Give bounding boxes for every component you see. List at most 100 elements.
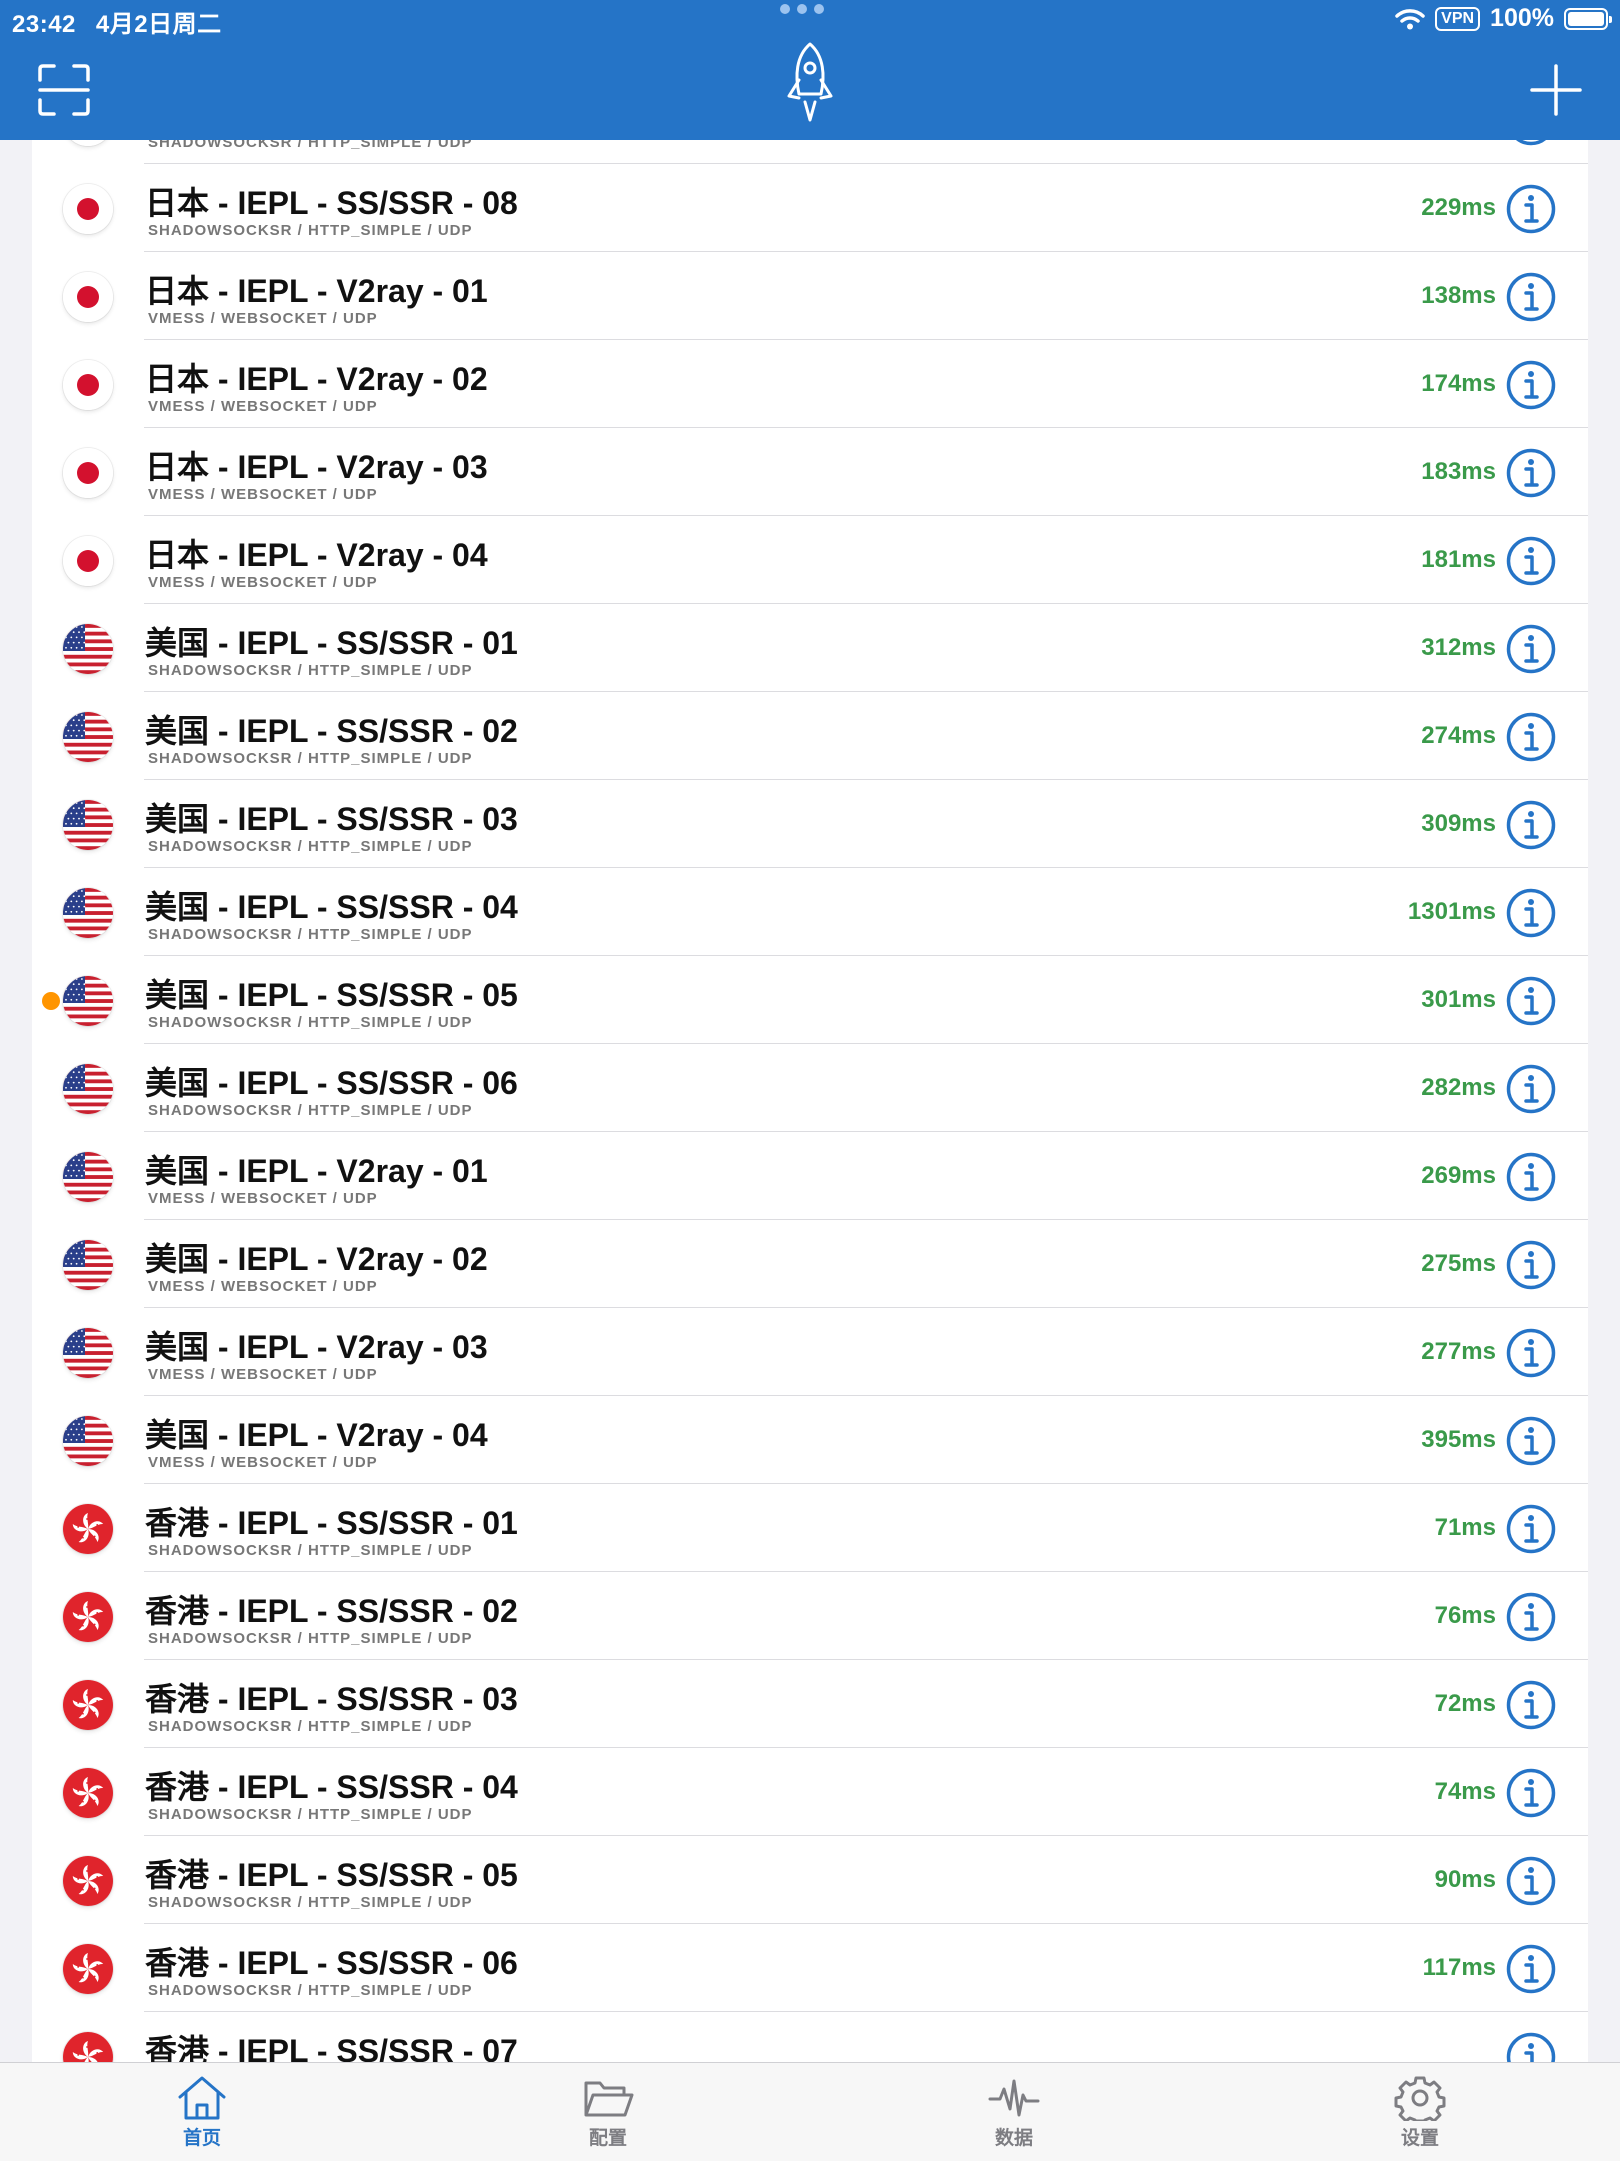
tab-home-label: 首页	[182, 2128, 221, 2149]
server-row[interactable]: 美国 - IEPL - SS/SSR - 01 SHADOWSOCKSR / HT…	[32, 604, 1588, 692]
server-row[interactable]: 美国 - IEPL - SS/SSR - 06 SHADOWSOCKSR / HT…	[32, 1044, 1588, 1132]
info-icon	[1506, 448, 1556, 503]
info-icon	[1506, 140, 1556, 151]
info-button[interactable]	[1506, 1944, 1556, 1994]
server-row[interactable]: 美国 - IEPL - V2ray - 01 VMESS / WEBSOCKET …	[32, 1132, 1588, 1220]
server-protocol: VMESS / WEBSOCKET / UDP	[148, 1454, 378, 1471]
tab-settings[interactable]: 设置	[1360, 2075, 1480, 2150]
info-icon	[1506, 1416, 1556, 1471]
server-latency: 275ms	[1421, 1250, 1496, 1277]
add-button[interactable]	[1530, 64, 1582, 116]
server-row[interactable]: 香港 - IEPL - SS/SSR - 03 SHADOWSOCKSR / HT…	[32, 1660, 1588, 1748]
tab-config[interactable]: 配置	[548, 2075, 668, 2150]
info-button[interactable]	[1506, 1504, 1556, 1554]
multitasking-dots-icon[interactable]	[780, 4, 824, 14]
info-button[interactable]	[1506, 1680, 1556, 1730]
server-protocol: SHADOWSOCKSR / HTTP_SIMPLE / UDP	[148, 926, 473, 943]
server-row[interactable]: 日本 - IEPL - V2ray - 04 VMESS / WEBSOCKET …	[32, 516, 1588, 604]
server-protocol: SHADOWSOCKSR / HTTP_SIMPLE / UDP	[148, 838, 473, 855]
server-latency: 71ms	[1434, 1514, 1496, 1541]
rocket-icon	[787, 42, 833, 122]
info-button[interactable]	[1506, 888, 1556, 938]
server-row[interactable]: 香港 - IEPL - SS/SSR - 02 SHADOWSOCKSR / HT…	[32, 1572, 1588, 1660]
server-name: 香港 - IEPL - SS/SSR - 03	[145, 1681, 518, 1717]
server-row[interactable]: 香港 - IEPL - SS/SSR - 04 SHADOWSOCKSR / HT…	[32, 1748, 1588, 1836]
server-protocol: VMESS / WEBSOCKET / UDP	[148, 486, 378, 503]
server-row[interactable]: 香港 - IEPL - SS/SSR - 01 SHADOWSOCKSR / HT…	[32, 1484, 1588, 1572]
info-button[interactable]	[1506, 1416, 1556, 1466]
info-button[interactable]	[1506, 1768, 1556, 1818]
tab-config-label: 配置	[588, 2128, 627, 2149]
flag-hk-icon	[63, 1592, 113, 1642]
server-latency: 174ms	[1421, 370, 1496, 397]
flag-us-icon	[63, 1416, 113, 1466]
folder-icon	[584, 2081, 634, 2117]
flag-us-icon	[63, 1064, 113, 1114]
server-protocol: VMESS / WEBSOCKET / UDP	[148, 1278, 378, 1295]
info-button[interactable]	[1506, 272, 1556, 322]
server-row[interactable]: 美国 - IEPL - SS/SSR - 04 SHADOWSOCKSR / HT…	[32, 868, 1588, 956]
flag-jp-icon	[63, 448, 113, 498]
server-protocol: VMESS / WEBSOCKET / UDP	[148, 398, 378, 415]
server-row[interactable]: 香港 - IEPL - SS/SSR - 06 SHADOWSOCKSR / HT…	[32, 1924, 1588, 2012]
server-row[interactable]: 美国 - IEPL - V2ray - 04 VMESS / WEBSOCKET …	[32, 1396, 1588, 1484]
info-button[interactable]	[1506, 1592, 1556, 1642]
server-row[interactable]: 美国 - IEPL - SS/SSR - 03 SHADOWSOCKSR / HT…	[32, 780, 1588, 868]
server-row[interactable]: 美国 - IEPL - V2ray - 02 VMESS / WEBSOCKET …	[32, 1220, 1588, 1308]
server-latency: 138ms	[1421, 282, 1496, 309]
tab-bar: 首页 配置 数据 设置	[0, 2062, 1620, 2161]
info-icon	[1506, 184, 1556, 239]
info-button[interactable]	[1506, 140, 1556, 146]
scan-button[interactable]	[38, 64, 90, 116]
server-name: 日本 - IEPL - SS/SSR - 08	[145, 185, 518, 221]
flag-us-icon	[63, 976, 113, 1026]
server-row[interactable]: 日本 - IEPL - V2ray - 02 VMESS / WEBSOCKET …	[32, 340, 1588, 428]
info-button[interactable]	[1506, 448, 1556, 498]
info-button[interactable]	[1506, 184, 1556, 234]
info-button[interactable]	[1506, 1328, 1556, 1378]
info-button[interactable]	[1506, 1240, 1556, 1290]
server-row[interactable]: 日本 - IEPL - SS/SSR - 07SHADOWSOCKSR / HT…	[32, 140, 1588, 164]
server-row[interactable]: 香港 - IEPL - SS/SSR - 05 SHADOWSOCKSR / HT…	[32, 1836, 1588, 1924]
server-name: 美国 - IEPL - SS/SSR - 03	[145, 801, 518, 837]
info-button[interactable]	[1506, 800, 1556, 850]
tab-home[interactable]: 首页	[142, 2075, 262, 2150]
server-row[interactable]: 美国 - IEPL - SS/SSR - 05 SHADOWSOCKSR / HT…	[32, 956, 1588, 1044]
vpn-badge: VPN	[1435, 6, 1481, 31]
server-latency: 74ms	[1434, 1778, 1496, 1805]
server-protocol: VMESS / WEBSOCKET / UDP	[148, 310, 378, 327]
info-button[interactable]	[1506, 1856, 1556, 1906]
battery-percent: 100%	[1490, 4, 1554, 32]
flag-us-icon	[63, 624, 113, 674]
server-latency: 90ms	[1434, 1866, 1496, 1893]
info-button[interactable]	[1506, 536, 1556, 586]
server-latency: 309ms	[1421, 810, 1496, 837]
server-name: 香港 - IEPL - SS/SSR - 05	[145, 1857, 518, 1893]
info-button[interactable]	[1506, 712, 1556, 762]
info-button[interactable]	[1506, 1152, 1556, 1202]
server-row[interactable]: 日本 - IEPL - V2ray - 01 VMESS / WEBSOCKET …	[32, 252, 1588, 340]
tab-data[interactable]: 数据	[954, 2075, 1074, 2150]
info-button[interactable]	[1506, 1064, 1556, 1114]
flag-hk-icon	[63, 1768, 113, 1818]
info-button[interactable]	[1506, 2032, 1556, 2062]
server-name: 美国 - IEPL - SS/SSR - 02	[145, 713, 518, 749]
info-button[interactable]	[1506, 360, 1556, 410]
server-list[interactable]: 日本 - IEPL - SS/SSR - 07SHADOWSOCKSR / HT…	[32, 140, 1588, 2062]
server-row[interactable]: 日本 - IEPL - SS/SSR - 08 SHADOWSOCKSR / HT…	[32, 164, 1588, 252]
server-protocol: SHADOWSOCKSR / HTTP_SIMPLE / UDP	[148, 1542, 473, 1559]
info-button[interactable]	[1506, 624, 1556, 674]
flag-jp-icon	[63, 360, 113, 410]
info-button[interactable]	[1506, 976, 1556, 1026]
server-row[interactable]: 日本 - IEPL - V2ray - 03 VMESS / WEBSOCKET …	[32, 428, 1588, 516]
server-protocol: SHADOWSOCKSR / HTTP_SIMPLE / UDP	[148, 1894, 473, 1911]
info-icon	[1506, 536, 1556, 591]
server-latency: 274ms	[1421, 722, 1496, 749]
server-row[interactable]: 香港 - IEPL - SS/SSR - 07	[32, 2012, 1588, 2062]
server-latency: 301ms	[1421, 986, 1496, 1013]
info-icon	[1506, 1680, 1556, 1735]
server-list-content: 日本 - IEPL - SS/SSR - 07SHADOWSOCKSR / HT…	[32, 140, 1588, 2062]
server-row[interactable]: 美国 - IEPL - SS/SSR - 02 SHADOWSOCKSR / HT…	[32, 692, 1588, 780]
server-name: 美国 - IEPL - SS/SSR - 06	[145, 1065, 518, 1101]
server-row[interactable]: 美国 - IEPL - V2ray - 03 VMESS / WEBSOCKET …	[32, 1308, 1588, 1396]
